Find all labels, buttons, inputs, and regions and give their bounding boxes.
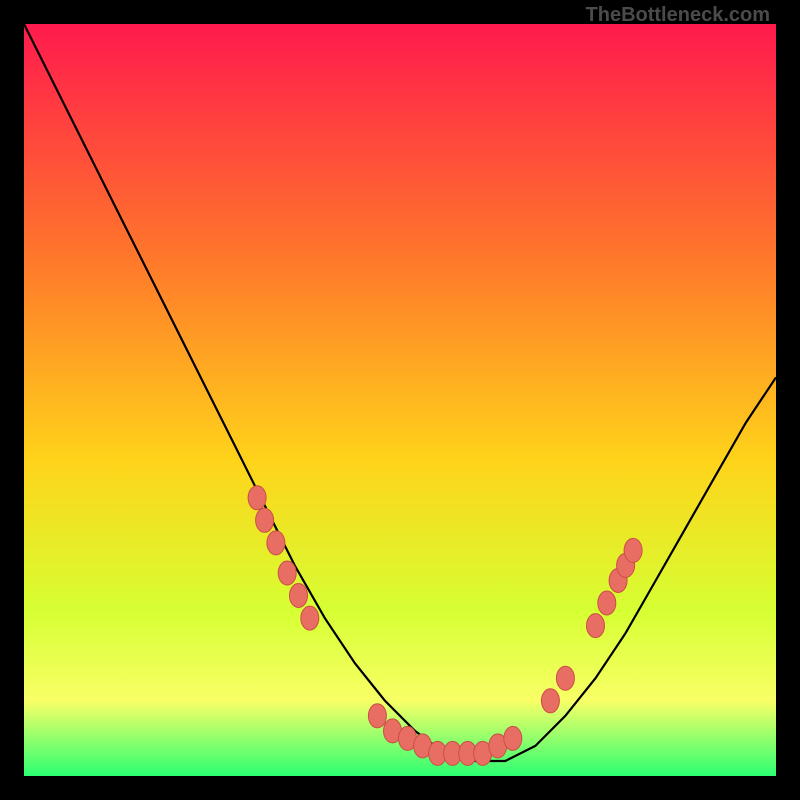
curve-marker [368,704,386,728]
curve-marker [541,689,559,713]
curve-marker [504,726,522,750]
curve-marker [598,591,616,615]
curve-marker [267,531,285,555]
curve-marker [278,561,296,585]
plot-frame [24,24,776,776]
curve-marker [556,666,574,690]
curve-marker [587,614,605,638]
gradient-background [24,24,776,776]
curve-marker [301,606,319,630]
bottleneck-chart [24,24,776,776]
curve-marker [624,538,642,562]
curve-marker [256,508,274,532]
curve-marker [248,486,266,510]
curve-marker [290,584,308,608]
